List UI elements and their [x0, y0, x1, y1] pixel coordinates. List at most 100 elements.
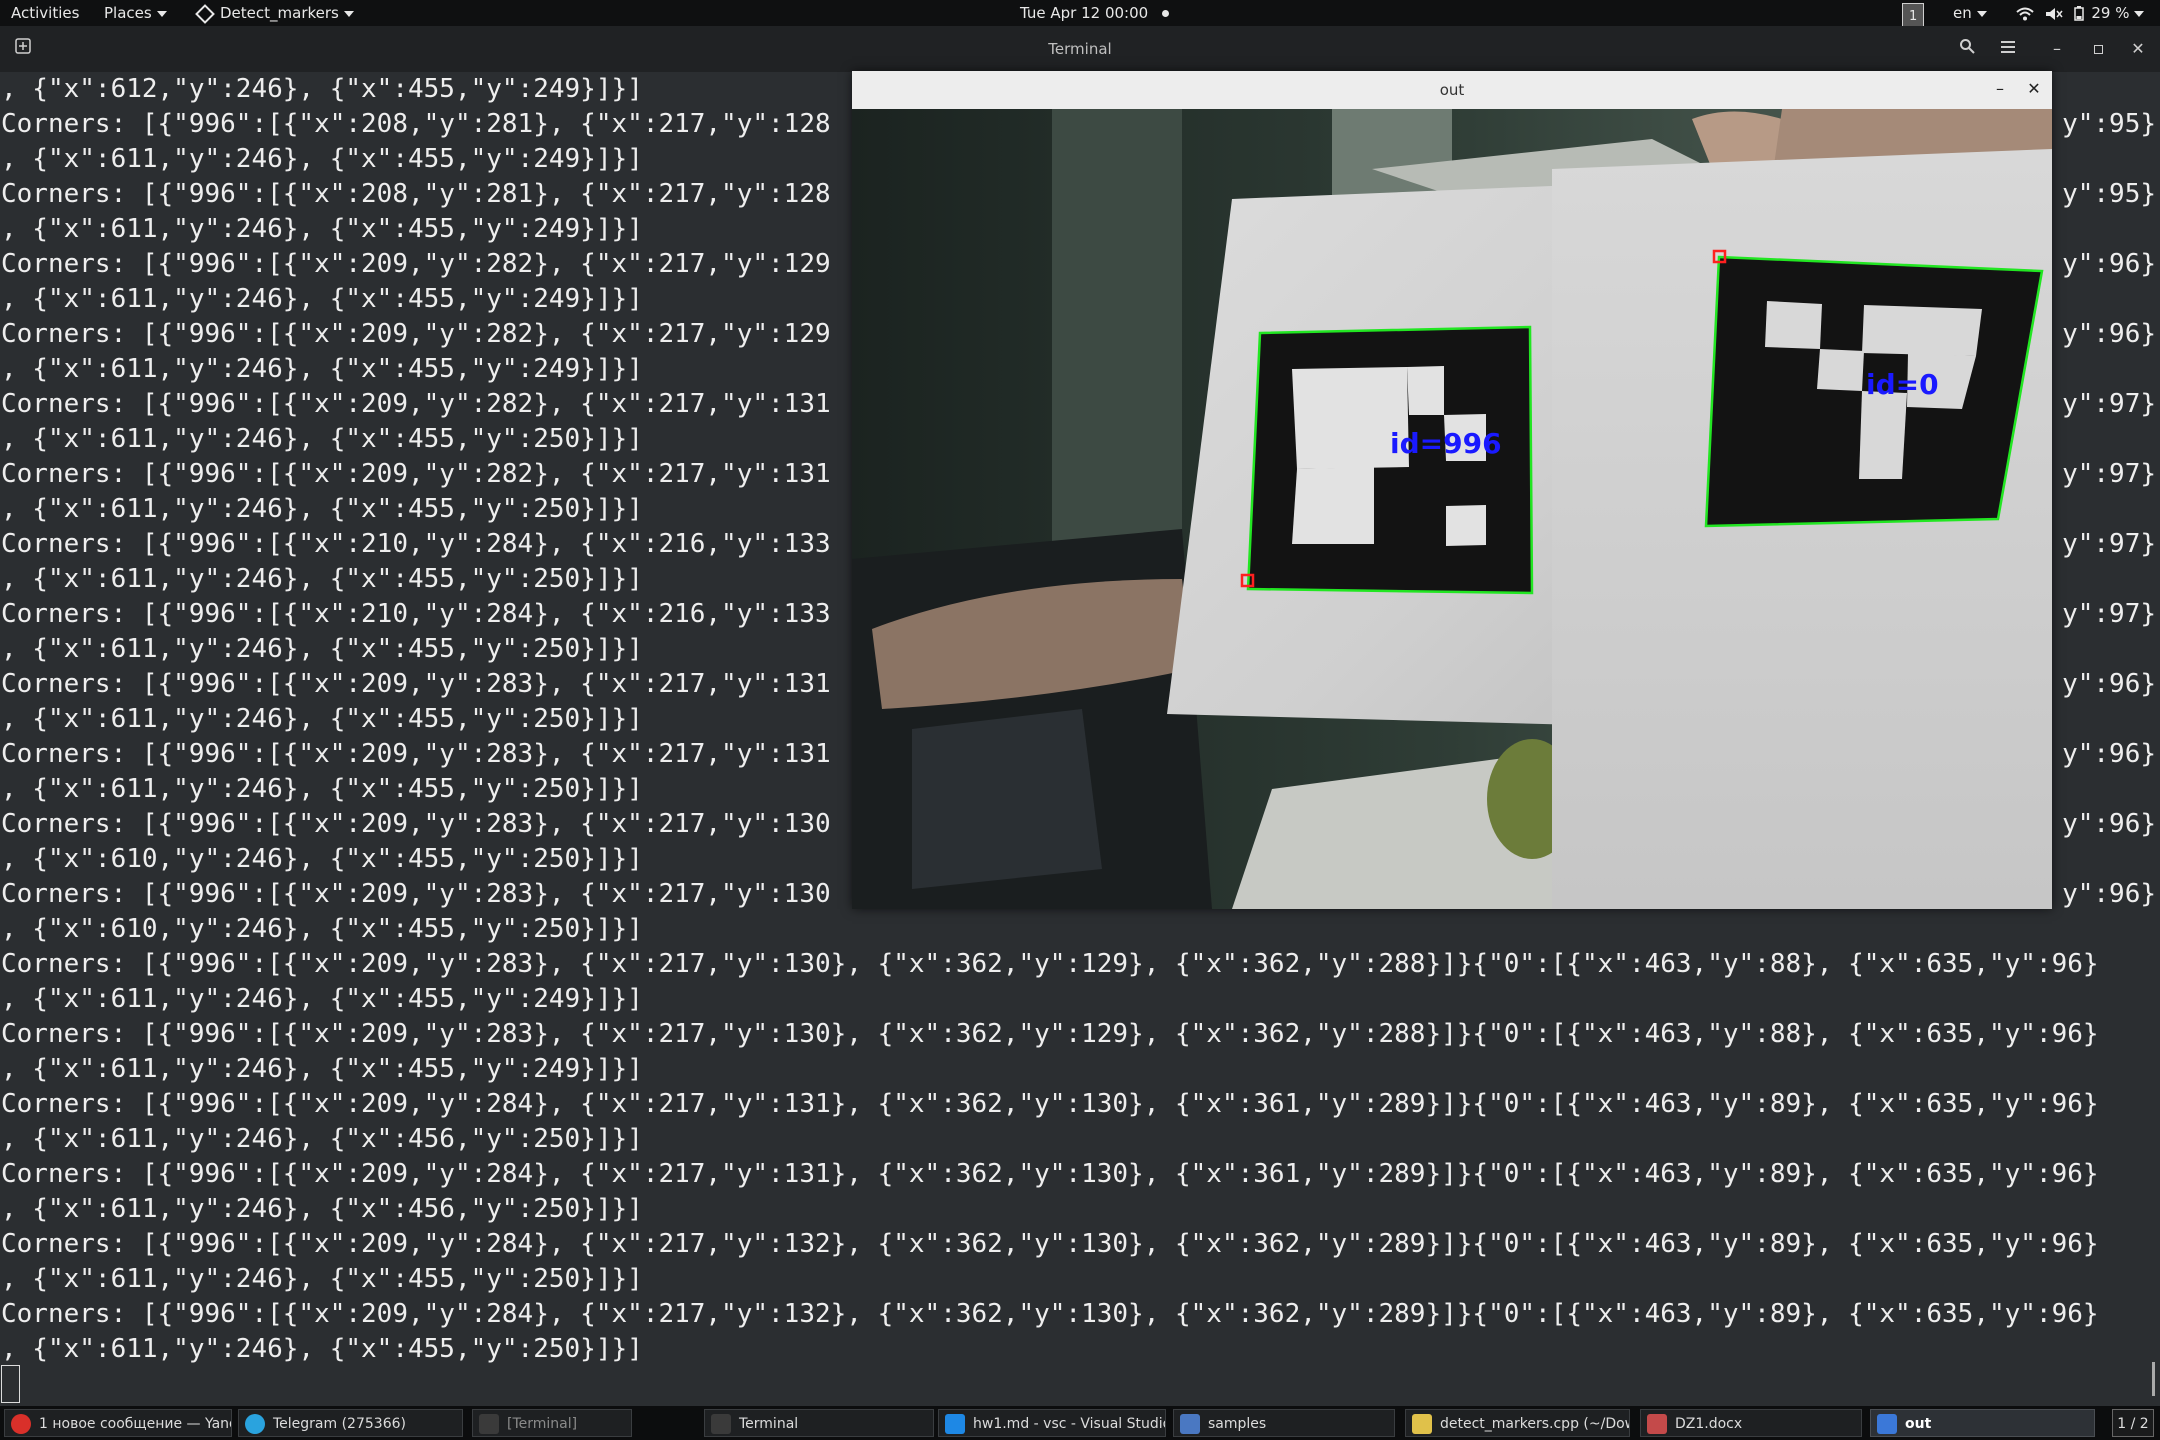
terminal-line: Corners: [{"996":[{"x":209,"y":283}, {"x… — [1, 1019, 2099, 1049]
notification-dot-icon — [1162, 10, 1170, 17]
maximize-button[interactable] — [2083, 34, 2113, 64]
taskbar-item-label: 1 новое сообщение — Yand... — [39, 1416, 232, 1432]
terminal-line-tail: y":96} — [2062, 669, 2156, 699]
terminal-icon — [711, 1414, 731, 1434]
terminal-line-tail: y":97} — [2062, 459, 2156, 489]
marker-0-label: id=0 — [1866, 368, 1939, 401]
terminal-line: , {"x":611,"y":246}, {"x":455,"y":250}]}… — [1, 1264, 643, 1294]
terminal-line-tail: y":95} — [2062, 109, 2156, 139]
clock-text: Tue Apr 12 00:00 — [1020, 4, 1149, 22]
system-menu[interactable]: 29 % — [2016, 0, 2145, 26]
taskbar-item[interactable]: Telegram (275366) — [238, 1409, 463, 1437]
volume-muted-icon — [2045, 7, 2063, 20]
taskbar-item-label: hw1.md - vsc - Visual Studio ... — [973, 1416, 1165, 1432]
maximize-icon — [2093, 45, 2103, 54]
taskbar-item-label: Terminal — [739, 1416, 799, 1432]
workspace-pager[interactable]: 1 / 2 — [2112, 1409, 2154, 1437]
app-menu-label: Detect_markers — [220, 4, 339, 22]
telegram-icon — [245, 1414, 265, 1434]
top-bar: Activities Places Detect_markers Tue Apr… — [0, 0, 2160, 31]
taskbar-item-label: DZ1.docx — [1675, 1416, 1743, 1432]
keyboard — [912, 709, 1102, 889]
terminal-line: , {"x":610,"y":246}, {"x":455,"y":250}]}… — [1, 914, 643, 944]
marker-0-white-b — [1862, 305, 1982, 356]
app-menu[interactable]: Detect_markers — [195, 0, 354, 26]
folder-icon — [1180, 1414, 1200, 1434]
battery-percent: 29 % — [2091, 4, 2130, 22]
places-menu[interactable]: Places — [104, 0, 167, 26]
out-window-title: out — [1439, 81, 1465, 99]
terminal-line-tail: y":96} — [2062, 879, 2156, 909]
terminal-line-tail: y":96} — [2062, 809, 2156, 839]
taskbar-item[interactable]: DZ1.docx — [1640, 1409, 1862, 1437]
language-menu[interactable]: en — [1953, 0, 1987, 26]
terminal-line: Corners: [{"996":[{"x":209,"y":283}, {"x… — [1, 949, 2099, 979]
terminal-cursor — [1, 1365, 20, 1403]
terminal-line: Corners: [{"996":[{"x":209,"y":284}, {"x… — [1, 1089, 2099, 1119]
taskbar-item[interactable]: 1 новое сообщение — Yand... — [4, 1409, 232, 1437]
marker-996-white-e — [1446, 505, 1486, 546]
activities-button[interactable]: Activities — [11, 0, 79, 26]
close-button[interactable]: ✕ — [2123, 34, 2153, 64]
marker-996: id=996 — [1240, 325, 1534, 595]
terminal-scrollbar[interactable] — [2152, 1362, 2155, 1396]
search-icon — [1960, 39, 1975, 54]
search-button[interactable] — [1952, 34, 1982, 64]
marker-996-white-c — [1407, 366, 1444, 415]
terminal-line: , {"x":611,"y":246}, {"x":455,"y":250}]}… — [1, 1334, 643, 1364]
vscode-icon — [945, 1414, 965, 1434]
minimize-icon: – — [1996, 79, 2004, 98]
terminal-line: , {"x":611,"y":246}, {"x":455,"y":249}]}… — [1, 1054, 643, 1084]
taskbar-item[interactable]: out — [1870, 1409, 2095, 1437]
taskbar-item[interactable]: samples — [1173, 1409, 1395, 1437]
chevron-down-icon — [156, 10, 167, 17]
terminal-line-tail: y":97} — [2062, 529, 2156, 559]
taskbar-item[interactable]: hw1.md - vsc - Visual Studio ... — [938, 1409, 1166, 1437]
terminal-icon — [479, 1414, 499, 1434]
taskbar-item-label: out — [1905, 1416, 1932, 1432]
terminal-line-tail: y":95} — [2062, 179, 2156, 209]
minimize-button[interactable]: – — [2042, 34, 2072, 64]
places-label: Places — [104, 4, 152, 22]
terminal-headerbar: Terminal – ✕ — [0, 26, 2160, 72]
terminal-line-tail: y":97} — [2062, 599, 2156, 629]
out-close-button[interactable]: ✕ — [2020, 75, 2048, 103]
app-icon — [1877, 1414, 1897, 1434]
clock[interactable]: Tue Apr 12 00:00 — [1020, 0, 1170, 26]
new-tab-button[interactable] — [8, 34, 38, 64]
document-icon — [1647, 1414, 1667, 1434]
close-icon: ✕ — [2027, 79, 2041, 98]
minimize-icon: – — [2053, 39, 2061, 58]
taskbar-item[interactable]: [Terminal] — [472, 1409, 632, 1437]
terminal-title: Terminal — [1048, 40, 1112, 58]
new-tab-icon — [15, 38, 31, 54]
marker-0: id=0 — [1704, 249, 2044, 528]
close-icon: ✕ — [2131, 39, 2145, 58]
marker-0-white-e — [1859, 391, 1907, 479]
terminal-line: , {"x":611,"y":246}, {"x":456,"y":250}]}… — [1, 1124, 643, 1154]
terminal-line: Corners: [{"996":[{"x":209,"y":284}, {"x… — [1, 1159, 2099, 1189]
battery-icon — [2073, 6, 2084, 21]
yandex-browser-icon — [11, 1414, 31, 1434]
terminal-line: Corners: [{"996":[{"x":209,"y":284}, {"x… — [1, 1229, 2099, 1259]
chevron-down-icon — [343, 10, 354, 17]
marker-0-white-c — [1817, 349, 1864, 391]
taskbar-item[interactable]: Terminal — [704, 1409, 934, 1437]
out-minimize-button[interactable]: – — [1986, 75, 2014, 103]
terminal-line-tail: y":96} — [2062, 319, 2156, 349]
app-diamond-icon — [195, 3, 215, 24]
terminal-line: Corners: [{"996":[{"x":209,"y":284}, {"x… — [1, 1299, 2099, 1329]
out-window[interactable]: out – ✕ id=996 id=0 — [852, 71, 2052, 909]
taskbar-item[interactable]: detect_markers.cpp (~/Down... — [1405, 1409, 1630, 1437]
taskbar-item-label: detect_markers.cpp (~/Down... — [1440, 1416, 1629, 1432]
text-editor-icon — [1412, 1414, 1432, 1434]
terminal-line: , {"x":611,"y":246}, {"x":456,"y":250}]}… — [1, 1194, 643, 1224]
terminal-line-tail: y":97} — [2062, 389, 2156, 419]
chevron-down-icon — [1976, 10, 1987, 17]
out-window-titlebar[interactable]: out – ✕ — [852, 71, 2052, 109]
menu-button[interactable] — [1993, 34, 2023, 64]
taskbar-item-label: [Terminal] — [507, 1416, 578, 1432]
taskbar-item-label: Telegram (275366) — [273, 1416, 406, 1432]
hamburger-icon — [2001, 41, 2015, 53]
terminal-line-tail: y":96} — [2062, 249, 2156, 279]
